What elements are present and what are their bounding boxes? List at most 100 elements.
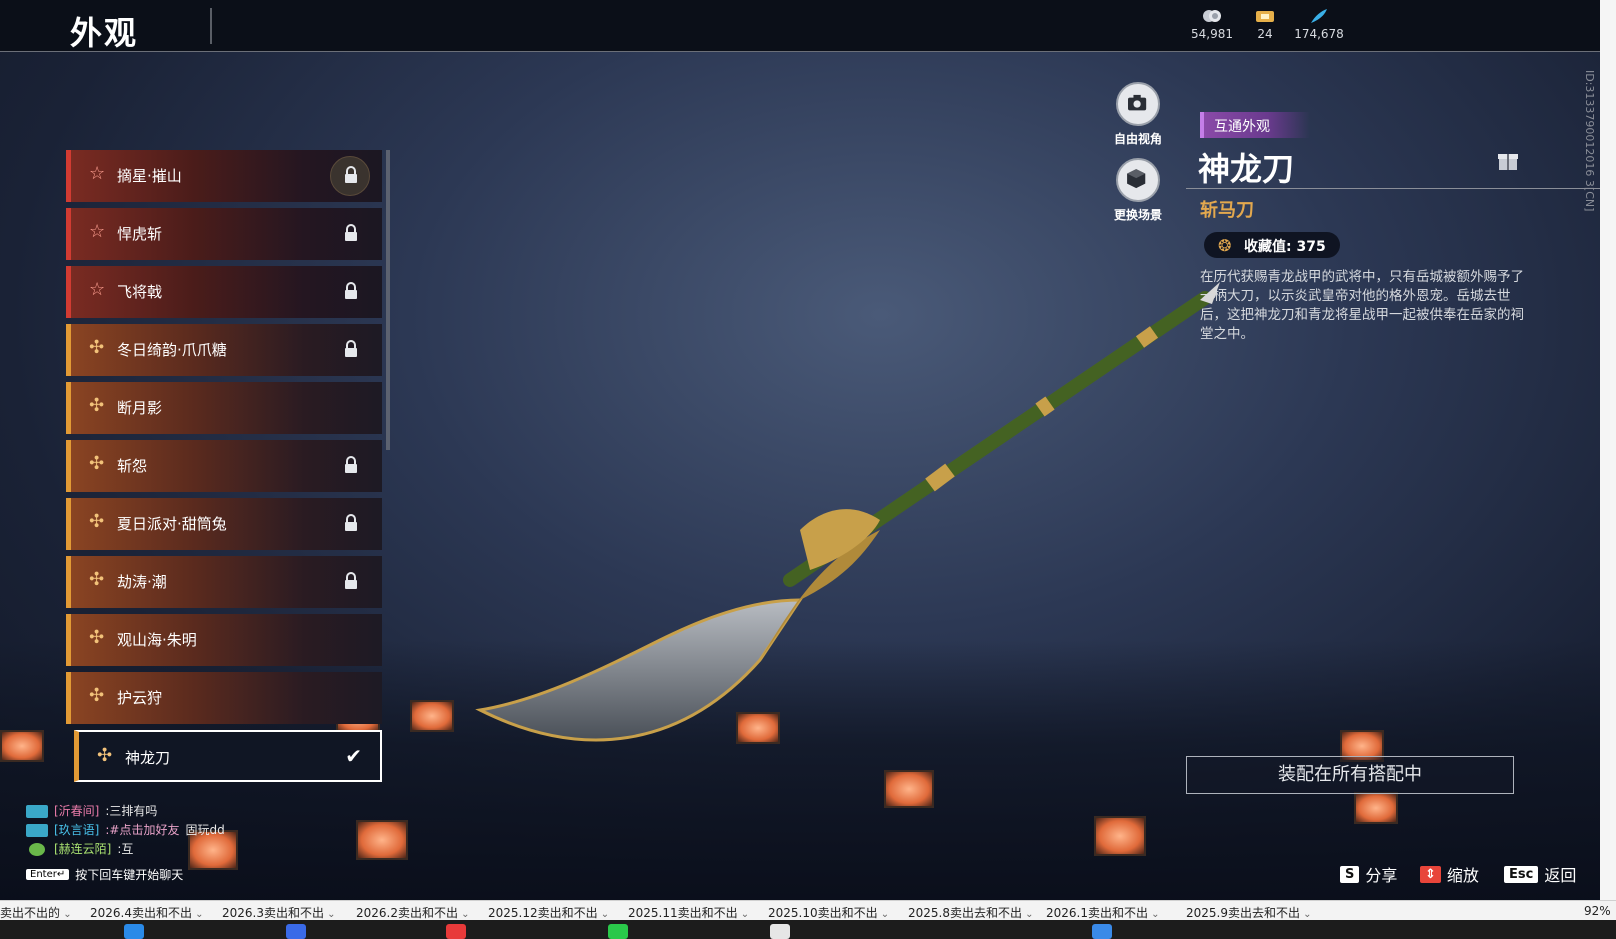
change-scene-button[interactable]: 更换场景 <box>1098 158 1178 223</box>
list-scrollbar[interactable] <box>386 150 390 450</box>
cross-icon: ✣ <box>89 627 105 648</box>
list-item[interactable]: ✣ 冬日绮韵·爪爪糖 <box>66 324 382 376</box>
coin-icon <box>1203 10 1221 22</box>
app-icon[interactable] <box>1092 924 1112 939</box>
star-icon: ☆ <box>89 221 106 242</box>
chat-message: :三排有吗 <box>105 804 158 818</box>
sheet-tab[interactable]: 卖出不出的 <box>0 904 72 921</box>
collection-label: 收藏值: <box>1244 239 1292 255</box>
chat-message: :互 <box>117 842 134 856</box>
chat-line: [玖言语] :#点击加好友 固玩dd <box>26 821 225 840</box>
page-title: 外观 <box>70 14 139 52</box>
cross-icon: ✣ <box>89 569 105 590</box>
list-item[interactable]: ✣ 斩怨 <box>66 440 382 492</box>
currency-feathers: 174,678 <box>1284 8 1354 41</box>
app-icon[interactable] <box>286 924 306 939</box>
list-item-label: 摘星·摧山 <box>117 167 182 185</box>
list-item[interactable]: ☆ 摘星·摧山 <box>66 150 382 202</box>
sheet-tab[interactable]: 2026.2卖出和不出 <box>356 904 470 921</box>
sheet-tab[interactable]: 2026.3卖出和不出 <box>222 904 336 921</box>
sheet-tab[interactable]: 2026.4卖出和不出 <box>90 904 204 921</box>
list-item[interactable]: ✣ 断月影 <box>66 382 382 434</box>
list-item[interactable]: ☆ 悍虎斩 <box>66 208 382 260</box>
feather-icon <box>1311 9 1327 23</box>
globe-icon <box>29 843 45 856</box>
sheet-tab[interactable]: 2025.12卖出和不出 <box>488 904 609 921</box>
collection-value: 375 <box>1296 239 1326 255</box>
top-bar: 外观 54,981 24 174,678 <box>0 0 1600 52</box>
lock-icon <box>345 340 357 357</box>
appearance-list: ☆ 摘星·摧山 ☆ 悍虎斩 ☆ 飞将戟 ✣ 冬日绮韵·爪爪糖 ✣ 断月影 ✣ 斩… <box>66 150 382 792</box>
lantern-decoration <box>410 700 454 732</box>
list-item[interactable]: ✣ 观山海·朱明 <box>66 614 382 666</box>
sheet-tabs-bar: 卖出不出的 2026.4卖出和不出 2026.3卖出和不出 2026.2卖出和不… <box>0 900 1616 920</box>
cross-icon: ✣ <box>97 745 113 766</box>
weapon-name: 神龙刀 <box>1198 150 1295 188</box>
weapon-description: 在历代获赐青龙战甲的武将中，只有岳城被额外赐予了一柄大刀，以示炎武皇帝对他的格外… <box>1200 269 1524 342</box>
lantern-decoration <box>356 820 408 860</box>
currency-coins-value: 54,981 <box>1191 27 1233 41</box>
list-item-label: 斩怨 <box>117 457 148 475</box>
cross-icon: ✣ <box>89 685 105 706</box>
chat-log: [沂春间] :三排有吗 [玖言语] :#点击加好友 固玩dd [赫连云陌] :互 <box>26 802 225 859</box>
app-icon[interactable] <box>608 924 628 939</box>
checkmark-icon: ✔ <box>345 744 362 768</box>
list-item-label: 护云狩 <box>117 689 163 707</box>
list-item-label: 飞将戟 <box>117 283 163 301</box>
list-item[interactable]: ✣ 护云狩 <box>66 672 382 724</box>
zoom-level[interactable]: 92% <box>1584 904 1611 918</box>
os-taskbar <box>0 920 1616 939</box>
list-item[interactable]: ☆ 飞将戟 <box>66 266 382 318</box>
star-icon: ☆ <box>89 163 106 184</box>
chat-sender[interactable]: [赫连云陌] <box>54 840 111 859</box>
app-icon[interactable] <box>770 924 790 939</box>
sheet-tab[interactable]: 2026.1卖出和不出 <box>1046 904 1160 921</box>
app-icon[interactable] <box>124 924 144 939</box>
lantern-decoration <box>736 712 780 744</box>
lock-icon <box>345 166 357 183</box>
list-item-label: 观山海·朱明 <box>117 631 197 649</box>
chat-sender[interactable]: [沂春间] <box>54 802 99 821</box>
list-item-label: 冬日绮韵·爪爪糖 <box>117 341 227 359</box>
camera-icon <box>1116 82 1160 126</box>
equip-all-button[interactable]: 装配在所有搭配中 <box>1186 756 1514 794</box>
app-icon[interactable] <box>446 924 466 939</box>
back-label: 返回 <box>1544 866 1577 885</box>
collection-icon: ❂ <box>1218 236 1232 255</box>
list-item-label: 神龙刀 <box>125 749 171 767</box>
list-item-selected[interactable]: ✣ 神龙刀 ✔ <box>74 730 382 782</box>
share-key: S <box>1340 865 1360 883</box>
cross-icon: ✣ <box>89 511 105 532</box>
sheet-tab[interactable]: 2025.8卖出去和不出 <box>908 904 1034 921</box>
lock-icon <box>345 572 357 589</box>
chat-enter-hint[interactable]: Enter↵ 按下回车键开始聊天 <box>26 866 183 883</box>
currency-feathers-value: 174,678 <box>1294 27 1344 41</box>
free-view-label: 自由视角 <box>1113 132 1162 146</box>
share-label: 分享 <box>1365 866 1398 885</box>
list-item-label: 劫涛·潮 <box>117 573 167 591</box>
zoom-hint[interactable]: ⇕ 缩放 <box>1420 862 1479 886</box>
cube-icon <box>1116 158 1160 202</box>
list-item[interactable]: ✣ 夏日派对·甜筒兔 <box>66 498 382 550</box>
back-hint[interactable]: Esc 返回 <box>1504 862 1576 886</box>
lantern-decoration <box>1354 792 1398 824</box>
share-hint[interactable]: S 分享 <box>1340 862 1397 886</box>
player-id: ID:3133790012016 3[CN] <box>1583 70 1596 212</box>
free-view-button[interactable]: 自由视角 <box>1098 82 1178 147</box>
sheet-tab[interactable]: 2025.11卖出和不出 <box>628 904 749 921</box>
list-item-label: 悍虎斩 <box>117 225 163 243</box>
lock-icon <box>345 456 357 473</box>
gift-icon[interactable] <box>1496 148 1520 172</box>
sheet-tab[interactable]: 2025.10卖出和不出 <box>768 904 889 921</box>
cross-platform-tag: 互通外观 <box>1200 112 1310 138</box>
change-scene-label: 更换场景 <box>1113 208 1162 222</box>
chat-sender[interactable]: [玖言语] <box>54 821 99 840</box>
ticket-icon <box>1256 11 1274 22</box>
list-item[interactable]: ✣ 劫涛·潮 <box>66 556 382 608</box>
add-friend-link[interactable]: :#点击加好友 <box>105 821 179 840</box>
lantern-decoration <box>1094 816 1146 856</box>
esc-key: Esc <box>1504 865 1539 883</box>
background-window-edge <box>1600 0 1616 900</box>
sheet-tab[interactable]: 2025.9卖出去和不出 <box>1186 904 1312 921</box>
name-divider <box>1186 188 1606 189</box>
